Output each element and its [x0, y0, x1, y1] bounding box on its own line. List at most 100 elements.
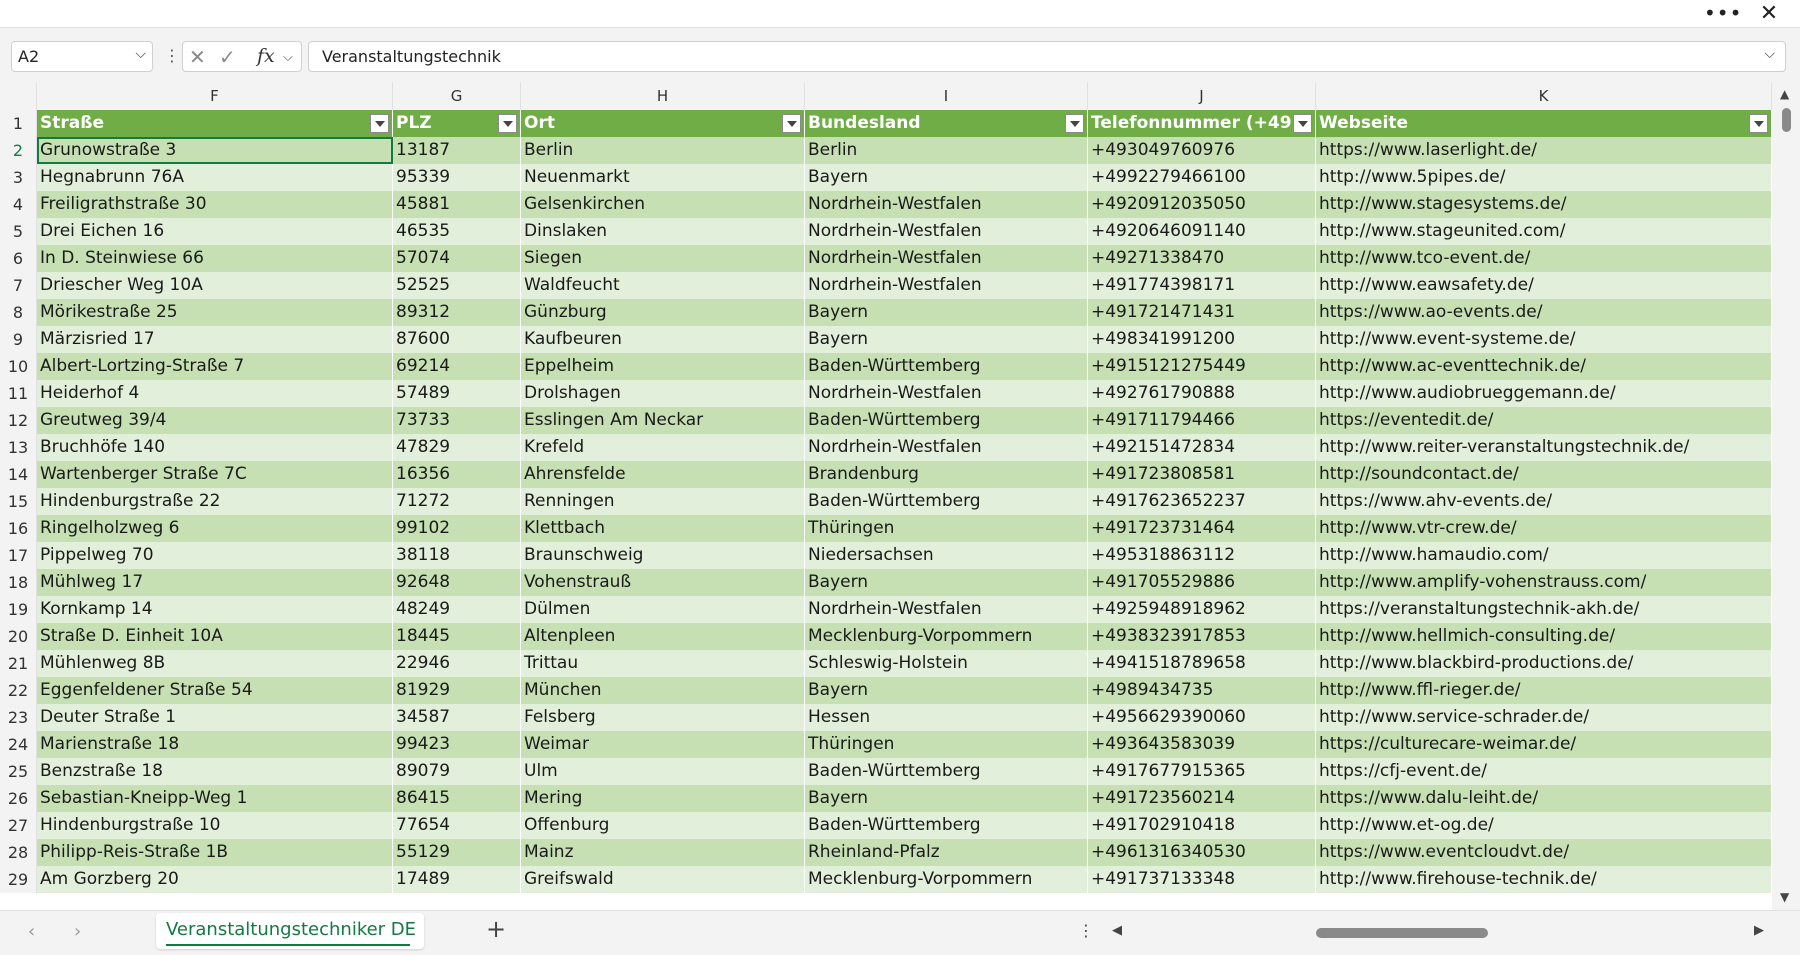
row-number[interactable]: 15 [0, 488, 37, 515]
cell[interactable]: Pippelweg 70 [37, 542, 393, 569]
row-number[interactable]: 12 [0, 407, 37, 434]
cell[interactable]: Berlin [805, 137, 1088, 164]
row-number[interactable]: 6 [0, 245, 37, 272]
chevron-left-icon[interactable]: ‹ [28, 921, 35, 942]
row-number[interactable]: 23 [0, 704, 37, 731]
cell[interactable]: 18445 [393, 623, 521, 650]
cell[interactable]: Baden-Württemberg [805, 812, 1088, 839]
row-number[interactable]: 7 [0, 272, 37, 299]
close-icon[interactable]: ✕ [1752, 2, 1786, 26]
scroll-down-icon[interactable]: ▼ [1780, 890, 1789, 904]
row-number[interactable]: 17 [0, 542, 37, 569]
cell[interactable]: Weimar [521, 731, 805, 758]
cell[interactable]: http://www.firehouse-technik.de/ [1316, 866, 1772, 893]
cell[interactable]: http://www.stageunited.com/ [1316, 218, 1772, 245]
cell[interactable]: Brandenburg [805, 461, 1088, 488]
cell[interactable]: Nordrhein-Westfalen [805, 191, 1088, 218]
cell[interactable]: Baden-Württemberg [805, 353, 1088, 380]
check-icon[interactable]: ✓ [219, 45, 236, 69]
row-number[interactable]: 22 [0, 677, 37, 704]
cell[interactable]: 69214 [393, 353, 521, 380]
cell[interactable]: Freiligrathstraße 30 [37, 191, 393, 218]
cell[interactable]: Dülmen [521, 596, 805, 623]
cell[interactable]: +491774398171 [1088, 272, 1316, 299]
cell[interactable]: Märzisried 17 [37, 326, 393, 353]
sheet-tab[interactable]: Veranstaltungstechniker DE [156, 913, 424, 949]
cell[interactable]: +491721471431 [1088, 299, 1316, 326]
row-number[interactable]: 5 [0, 218, 37, 245]
filter-dropdown-icon[interactable] [1293, 114, 1312, 133]
cell[interactable]: +491723560214 [1088, 785, 1316, 812]
cell[interactable]: Rheinland-Pfalz [805, 839, 1088, 866]
cell[interactable]: Deuter Straße 1 [37, 704, 393, 731]
cell[interactable]: Altenpleen [521, 623, 805, 650]
cell[interactable]: Gelsenkirchen [521, 191, 805, 218]
cell[interactable]: Philipp-Reis-Straße 1B [37, 839, 393, 866]
filter-dropdown-icon[interactable] [1749, 114, 1768, 133]
cell[interactable]: 86415 [393, 785, 521, 812]
name-box[interactable]: A2 ⌵ [11, 41, 153, 72]
cell[interactable]: +491702910418 [1088, 812, 1316, 839]
function-icon[interactable]: fx [257, 45, 275, 67]
cancel-icon[interactable]: ✕ [189, 45, 206, 69]
cell[interactable]: Klettbach [521, 515, 805, 542]
cell[interactable]: +491723731464 [1088, 515, 1316, 542]
column-header-h[interactable]: H [521, 82, 805, 110]
cell[interactable]: Hindenburgstraße 10 [37, 812, 393, 839]
cell[interactable]: Mühlweg 17 [37, 569, 393, 596]
row-number[interactable]: 14 [0, 461, 37, 488]
cell[interactable]: +493049760976 [1088, 137, 1316, 164]
row-number[interactable]: 19 [0, 596, 37, 623]
cell[interactable]: http://www.ac-eventtechnik.de/ [1316, 353, 1772, 380]
cell[interactable]: Greutweg 39/4 [37, 407, 393, 434]
cell[interactable]: Dinslaken [521, 218, 805, 245]
cell[interactable]: 16356 [393, 461, 521, 488]
cell[interactable]: +4925948918962 [1088, 596, 1316, 623]
vertical-ellipsis-icon[interactable]: ⋮ [164, 46, 180, 65]
cell[interactable]: Greifswald [521, 866, 805, 893]
cell[interactable]: https://www.laserlight.de/ [1316, 137, 1772, 164]
cell[interactable]: Hindenburgstraße 22 [37, 488, 393, 515]
cell[interactable]: http://www.5pipes.de/ [1316, 164, 1772, 191]
column-header-j[interactable]: J [1088, 82, 1316, 110]
header-cell[interactable]: PLZ [393, 110, 521, 137]
cell[interactable]: +495318863112 [1088, 542, 1316, 569]
cell[interactable]: +491723808581 [1088, 461, 1316, 488]
cell[interactable]: https://veranstaltungstechnik-akh.de/ [1316, 596, 1772, 623]
cell[interactable]: https://www.dalu-leiht.de/ [1316, 785, 1772, 812]
chevron-right-icon[interactable]: › [74, 921, 81, 942]
cell[interactable]: München [521, 677, 805, 704]
row-number[interactable]: 10 [0, 353, 37, 380]
cell[interactable]: +49271338470 [1088, 245, 1316, 272]
cell[interactable]: https://www.eventcloudvt.de/ [1316, 839, 1772, 866]
cell[interactable]: 71272 [393, 488, 521, 515]
header-cell[interactable]: Telefonnummer (+49) [1088, 110, 1316, 137]
cell[interactable]: Schleswig-Holstein [805, 650, 1088, 677]
row-number[interactable]: 8 [0, 299, 37, 326]
cell[interactable]: http://www.eawsafety.de/ [1316, 272, 1772, 299]
cell[interactable]: 57074 [393, 245, 521, 272]
cell[interactable]: http://www.et-og.de/ [1316, 812, 1772, 839]
cell[interactable]: https://www.ao-events.de/ [1316, 299, 1772, 326]
cell[interactable]: 73733 [393, 407, 521, 434]
cell[interactable]: +4917623652237 [1088, 488, 1316, 515]
row-number[interactable]: 11 [0, 380, 37, 407]
cell[interactable]: Drei Eichen 16 [37, 218, 393, 245]
cell[interactable]: 57489 [393, 380, 521, 407]
cell[interactable]: http://www.reiter-veranstaltungstechnik.… [1316, 434, 1772, 461]
cell[interactable]: 22946 [393, 650, 521, 677]
cell[interactable]: Nordrhein-Westfalen [805, 380, 1088, 407]
cell[interactable]: +4956629390060 [1088, 704, 1316, 731]
cell[interactable]: +4938323917853 [1088, 623, 1316, 650]
cell[interactable]: http://www.ffl-rieger.de/ [1316, 677, 1772, 704]
cell[interactable]: Baden-Württemberg [805, 488, 1088, 515]
vertical-scrollbar[interactable]: ▲ ▼ [1772, 82, 1800, 910]
select-all-corner[interactable] [0, 82, 37, 110]
cell[interactable]: Bayern [805, 326, 1088, 353]
row-number[interactable]: 13 [0, 434, 37, 461]
cell[interactable]: Mörikestraße 25 [37, 299, 393, 326]
cell[interactable]: Thüringen [805, 515, 1088, 542]
cell[interactable]: Grunowstraße 3 [37, 137, 393, 164]
add-sheet-icon[interactable]: + [486, 915, 506, 943]
cell[interactable]: Heiderhof 4 [37, 380, 393, 407]
